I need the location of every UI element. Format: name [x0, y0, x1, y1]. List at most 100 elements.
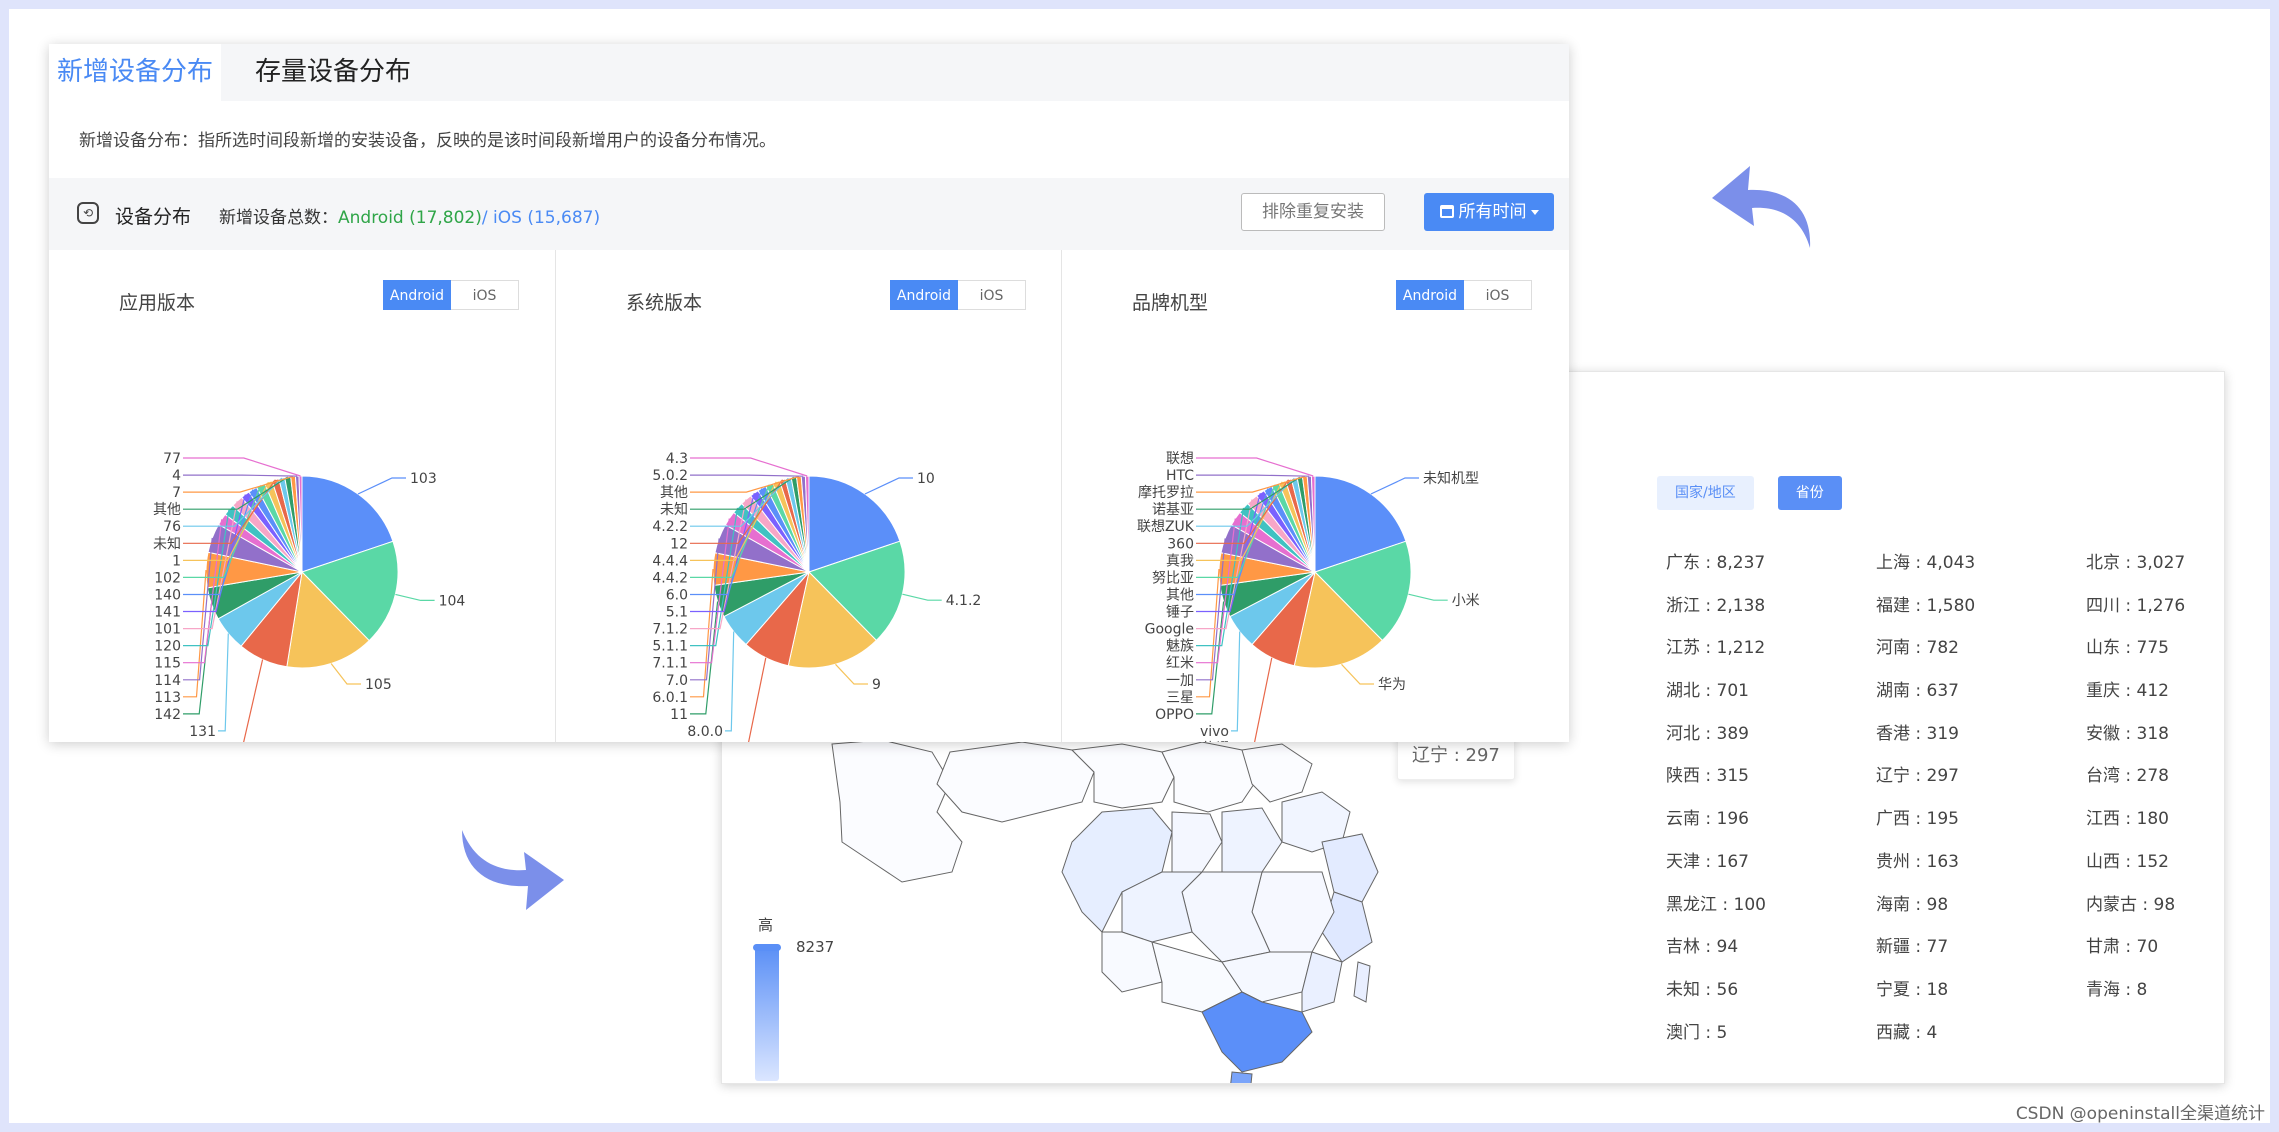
app-version-pie: 103 104 105 100131 142113114115120101141140 1… [153, 451, 466, 742]
region-item: 山西 : 152 [2086, 851, 2169, 872]
region-item: 四川 : 1,276 [2086, 595, 2186, 616]
tab-new-devices[interactable]: 新增设备分布 [49, 44, 222, 101]
curved-arrow-icon [462, 830, 564, 910]
slice-label: 4.1.2 [946, 593, 982, 609]
watermark: CSDN @openinstall全渠道统计 [2015, 1104, 2265, 1124]
slice-label: 104 [439, 593, 466, 609]
region-item: 江苏 : 1,212 [1666, 638, 1766, 659]
region-item: 云南 : 196 [1666, 809, 1749, 830]
label-leader-line [1370, 477, 1419, 495]
slice-label: 140 [154, 588, 181, 604]
country-tab[interactable]: 国家/地区 [1657, 476, 1754, 510]
slice-label: 红米 [1166, 656, 1194, 672]
region-item: 台湾 : 278 [2086, 766, 2169, 787]
label-leader-line [1341, 663, 1374, 685]
slice-label: OPPO [1155, 707, 1194, 723]
slice-label: 77 [163, 451, 181, 467]
region-item: 上海 : 4,043 [1876, 553, 1976, 573]
total-label: 新增设备总数： [219, 208, 338, 228]
region-item: 河南 : 782 [1876, 638, 1959, 659]
toolbar-title: 设备分布 [115, 206, 192, 228]
slice-label: 其他 [660, 485, 688, 501]
region-item: 贵州 : 163 [1876, 851, 1959, 872]
label-leader-line [183, 474, 298, 477]
slice-label: 魅族 [1166, 639, 1194, 655]
slice-label: 摩托罗拉 [1138, 484, 1194, 501]
time-range-button[interactable]: 所有时间 [1424, 193, 1554, 231]
slice-label: 真我 [1166, 553, 1194, 569]
slice-label: 131 [189, 724, 216, 740]
label-leader-line [1231, 631, 1241, 732]
region-item: 香港 : 319 [1876, 723, 1959, 744]
region-item: 吉林 : 94 [1666, 937, 1739, 958]
map-scope-toggle: 国家/地区 省份 [1657, 476, 1842, 510]
province-tab[interactable]: 省份 [1777, 476, 1842, 510]
label-leader-line [218, 633, 229, 732]
region-item: 江西 : 180 [2086, 809, 2169, 830]
region-item: 河北 : 389 [1666, 723, 1749, 744]
slice-label: 5.1.1 [652, 639, 688, 655]
region-item: 西藏 : 4 [1876, 1022, 1938, 1043]
region-item: 新疆 : 77 [1876, 937, 1949, 958]
brand-model-pie: 未知机型小米华为荣耀vivo OPPO三星一加红米魅族Google锤子其他 努比亚真… [1137, 451, 1480, 742]
curved-arrow-icon [1712, 166, 1811, 248]
device-refresh-icon: ⟲ [77, 202, 99, 224]
region-item: 北京 : 3,027 [2086, 553, 2186, 573]
region-item: 广西 : 195 [1876, 809, 1959, 830]
slice-label: 113 [154, 690, 181, 706]
app-version-chart: 应用版本 Android iOS 10310410510013114211311… [49, 250, 555, 742]
region-item: 山东 : 775 [2086, 638, 2169, 659]
region-item: 广东 : 8,237 [1666, 553, 1766, 573]
toolbar: ⟲ 设备分布 新增设备总数：Android (17,802)/ iOS (15,… [49, 178, 1569, 250]
slice-label: 联想 [1166, 451, 1194, 467]
region-item: 陕西 : 315 [1666, 766, 1749, 787]
slice-label: 142 [154, 707, 181, 723]
caret-down-icon [1530, 210, 1539, 215]
label-leader-line [1196, 457, 1314, 477]
region-item: 重庆 : 412 [2086, 681, 2169, 702]
android-total[interactable]: Android (17,802) [338, 208, 482, 228]
slice-label: 9 [872, 677, 881, 693]
legend-handle[interactable] [753, 944, 781, 951]
slice-label: 114 [154, 673, 181, 689]
region-item: 海南 : 98 [1876, 894, 1949, 915]
label-leader-line [183, 570, 207, 698]
slice-label: 荣耀 [1201, 741, 1229, 742]
device-distribution-card: 新增设备分布 存量设备分布 新增设备分布：指所选时间段新增的安装设备，反映的是该… [49, 44, 1569, 742]
ios-total[interactable]: iOS (15,687) [493, 208, 600, 228]
region-item: 宁夏 : 18 [1876, 979, 1949, 1000]
region-item: 安徽 : 318 [2086, 723, 2169, 744]
region-list: 广东 : 8,237 上海 : 4,043 北京 : 3,027 浙江 : 2,138… [1666, 542, 2186, 1054]
tab-existing-devices[interactable]: 存量设备分布 [247, 44, 419, 101]
region-item: 黑龙江 : 100 [1666, 894, 1766, 915]
slice-label: 锤子 [1166, 605, 1194, 621]
os-version-chart: 系统版本 Android iOS 104.1.298.1.08.0.0116.0… [555, 250, 1062, 742]
label-leader-line [690, 457, 808, 477]
legend-gradient [755, 946, 779, 1081]
slice-label: 7.0 [666, 673, 688, 689]
calendar-icon [1439, 205, 1454, 218]
slice-label: 76 [163, 519, 181, 535]
label-leader-line [330, 663, 361, 685]
region-item: 辽宁 : 297 [1876, 766, 1959, 787]
slice-label: 4.4.2 [652, 570, 688, 586]
slice-label: 4.2.2 [652, 519, 688, 535]
region-item: 澳门 : 5 [1666, 1022, 1728, 1043]
slice-label: 1 [172, 553, 181, 569]
slice-label: 6.0 [666, 588, 688, 604]
slice-label: 5.1 [666, 605, 688, 621]
label-leader-line [864, 477, 913, 495]
slice-label: 三星 [1166, 690, 1194, 706]
slice-label: Google [1145, 622, 1194, 638]
brand-model-chart: 品牌机型 Android iOS 未知机型小米华为荣耀vivoOPPO三星一加红… [1061, 250, 1570, 742]
label-leader-line [1196, 474, 1310, 477]
exclude-reinstall-button[interactable]: 排除重复安装 [1241, 193, 1385, 231]
slice-label: 360 [1167, 536, 1194, 552]
device-total: 新增设备总数：Android (17,802)/ iOS (15,687) [219, 203, 600, 228]
slice-label: 8.1.0 [687, 741, 723, 742]
label-leader-line [357, 477, 406, 495]
slice-label: 7.1.2 [652, 622, 688, 638]
label-leader-line [725, 631, 735, 732]
slice-label: 105 [365, 677, 392, 693]
slice-label: 一加 [1166, 673, 1194, 689]
